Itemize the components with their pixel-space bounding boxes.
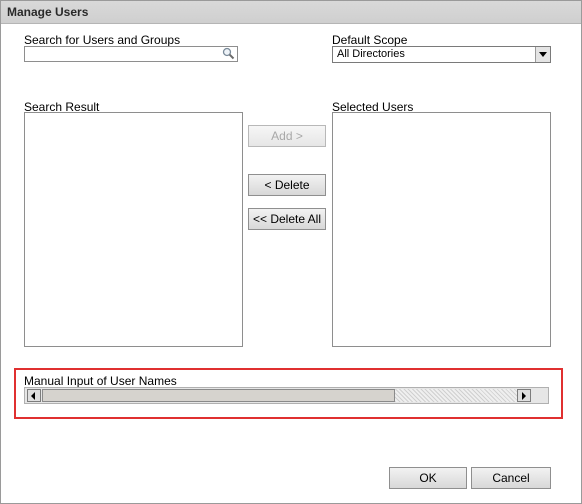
chevron-down-icon[interactable]: [535, 47, 550, 62]
scope-selected-value: All Directories: [337, 48, 405, 60]
delete-all-button[interactable]: << Delete All: [248, 208, 326, 230]
cancel-button[interactable]: Cancel: [471, 467, 551, 489]
search-result-list[interactable]: [24, 112, 243, 347]
dialog-title: Manage Users: [7, 5, 89, 19]
search-icon[interactable]: [222, 47, 235, 60]
delete-button[interactable]: < Delete: [248, 174, 326, 196]
scroll-left-arrow-icon[interactable]: [27, 389, 41, 402]
search-input[interactable]: [24, 46, 238, 62]
scope-select[interactable]: All Directories: [332, 46, 551, 63]
scrollbar-track[interactable]: [395, 389, 517, 402]
selected-users-list[interactable]: [332, 112, 551, 347]
dialog-title-bar: Manage Users: [0, 0, 582, 24]
ok-button[interactable]: OK: [389, 467, 467, 489]
scrollbar-thumb[interactable]: [42, 389, 395, 402]
scope-label: Default Scope: [332, 33, 408, 47]
scroll-right-arrow-icon[interactable]: [517, 389, 531, 402]
manual-input-scrollbar[interactable]: [24, 387, 549, 404]
search-label: Search for Users and Groups: [24, 33, 181, 47]
add-button[interactable]: Add >: [248, 125, 326, 147]
manual-input-label: Manual Input of User Names: [24, 374, 177, 388]
